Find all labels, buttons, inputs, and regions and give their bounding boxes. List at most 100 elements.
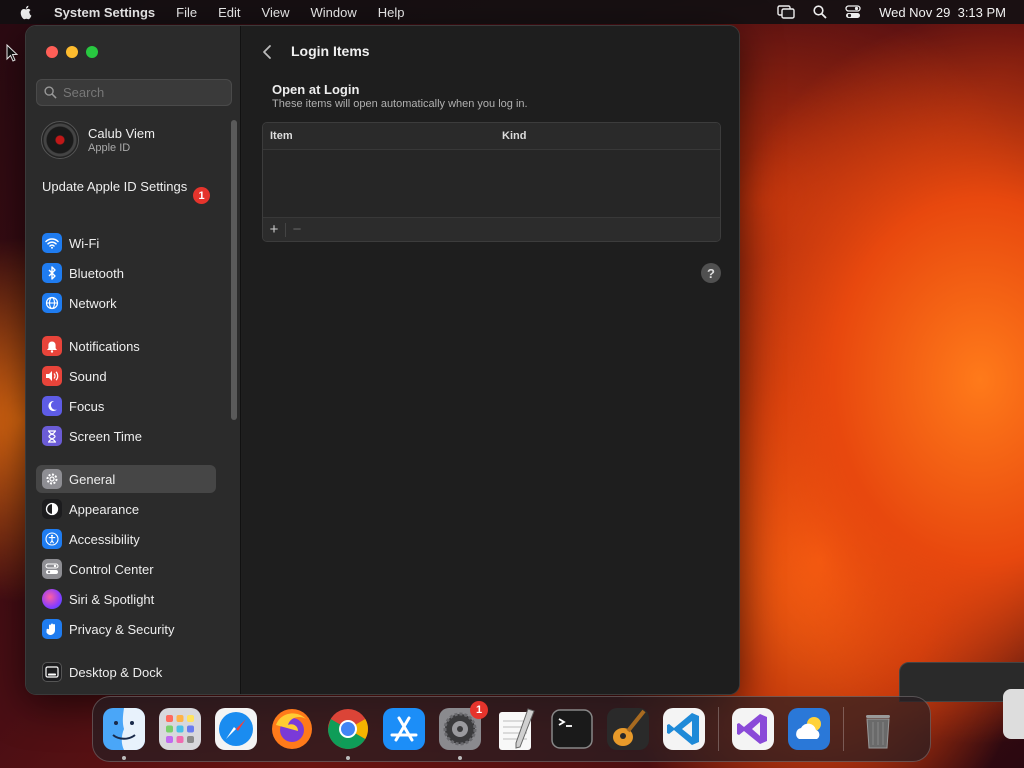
login-items-table[interactable]: Item Kind + − — [262, 122, 721, 242]
running-indicator — [458, 756, 462, 760]
bluetooth-icon — [42, 263, 62, 283]
dock-system-settings[interactable]: 1 — [438, 701, 488, 760]
weather-icon — [788, 708, 830, 750]
launchpad-icon — [159, 708, 201, 750]
table-header: Item Kind — [263, 123, 720, 150]
sidebar-item-privacy-security[interactable]: Privacy & Security — [36, 615, 216, 643]
sidebar-scrollbar[interactable] — [231, 120, 237, 420]
sidebar-item-bluetooth[interactable]: Bluetooth — [36, 259, 216, 287]
column-header-item[interactable]: Item — [270, 130, 293, 142]
back-chevron-icon[interactable] — [260, 43, 274, 61]
table-footer: + − — [263, 217, 720, 241]
menu-window[interactable]: Window — [310, 5, 356, 20]
sidebar-item-general[interactable]: General — [36, 465, 216, 493]
system-settings-window: Calub Viem Apple ID Update Apple ID Sett… — [25, 25, 740, 695]
zoom-window-button[interactable] — [86, 46, 98, 58]
mouse-cursor-icon — [6, 44, 18, 62]
remove-item-button[interactable]: − — [286, 221, 308, 238]
sidebar-item-network[interactable]: Network — [36, 289, 216, 317]
sidebar-item-label: Notifications — [69, 338, 140, 354]
hourglass-icon — [42, 426, 62, 446]
sidebar-item-notifications[interactable]: Notifications — [36, 332, 216, 360]
dock-garageband[interactable] — [606, 707, 650, 751]
terminal-icon — [551, 709, 593, 749]
dock-safari[interactable] — [214, 707, 258, 751]
sidebar-item-sound[interactable]: Sound — [36, 362, 216, 390]
dock-trash[interactable] — [856, 707, 900, 751]
dock-finder[interactable] — [102, 707, 146, 760]
spotlight-search-icon[interactable] — [813, 5, 827, 19]
sidebar-item-label: Sound — [69, 368, 107, 384]
menu-clock[interactable]: Wed Nov 29 3:13 PM — [879, 5, 1006, 20]
sidebar-item-label: Wi-Fi — [69, 235, 100, 251]
dock-chrome[interactable] — [326, 707, 370, 760]
main-content: Login Items Open at Login These items wi… — [242, 26, 739, 694]
sidebar-item-label: Screen Time — [69, 428, 142, 444]
column-header-kind[interactable]: Kind — [502, 130, 526, 142]
running-indicator — [122, 756, 126, 760]
bell-icon — [42, 336, 62, 356]
sidebar-item-label: Siri & Spotlight — [69, 591, 155, 607]
dock-textedit[interactable] — [494, 707, 538, 751]
sidebar-item-label: Focus — [69, 398, 105, 414]
dock-badge: 1 — [470, 701, 488, 719]
sidebar-item-wifi[interactable]: Wi-Fi — [36, 229, 216, 257]
sidebar-item-label: Desktop & Dock — [69, 664, 163, 680]
close-window-button[interactable] — [46, 46, 58, 58]
menu-app-name[interactable]: System Settings — [54, 5, 155, 20]
avatar — [41, 121, 79, 159]
menu-help[interactable]: Help — [378, 5, 405, 20]
running-indicator — [346, 756, 350, 760]
apple-id-account[interactable]: Calub Viem Apple ID — [41, 121, 155, 159]
sidebar-item-appearance[interactable]: Appearance — [36, 495, 216, 523]
sidebar-item-desktop-dock[interactable]: Desktop & Dock — [36, 658, 216, 686]
dock-weather[interactable] — [787, 707, 831, 751]
update-apple-id-settings[interactable]: Update Apple ID Settings — [42, 179, 217, 195]
help-button[interactable]: ? — [701, 263, 721, 283]
garageband-icon — [607, 708, 649, 750]
dock-divider — [718, 707, 719, 751]
screen-mirroring-icon[interactable] — [777, 5, 795, 19]
gear-icon — [42, 469, 62, 489]
sidebar-item-screen-time[interactable]: Screen Time — [36, 422, 216, 450]
window-controls — [46, 46, 98, 58]
finder-icon — [103, 708, 145, 750]
dock-app-store[interactable] — [382, 707, 426, 751]
page-title: Login Items — [291, 43, 370, 59]
search-input[interactable] — [63, 85, 213, 100]
appearance-icon — [42, 499, 62, 519]
background-window-content — [1003, 689, 1024, 739]
dock-firefox[interactable] — [270, 707, 314, 751]
search-field[interactable] — [36, 79, 232, 106]
menu-view[interactable]: View — [262, 5, 290, 20]
search-icon — [44, 86, 57, 99]
sidebar-item-control-center[interactable]: Control Center — [36, 555, 216, 583]
dock-divider — [843, 707, 844, 751]
dock-visual-studio[interactable] — [731, 707, 775, 751]
wifi-icon — [42, 233, 62, 253]
sidebar-item-label: Accessibility — [69, 531, 140, 547]
moon-icon — [42, 396, 62, 416]
sidebar-item-label: Network — [69, 295, 117, 311]
sidebar-item-focus[interactable]: Focus — [36, 392, 216, 420]
trash-icon — [866, 715, 890, 749]
sidebar-item-accessibility[interactable]: Accessibility — [36, 525, 216, 553]
speaker-icon — [42, 366, 62, 386]
menu-file[interactable]: File — [176, 5, 197, 20]
sidebar-item-label: Privacy & Security — [69, 621, 175, 637]
menu-bar: System Settings File Edit View Window He… — [0, 0, 1024, 24]
sidebar-item-siri-spotlight[interactable]: Siri & Spotlight — [36, 585, 216, 613]
dock-icon — [42, 662, 62, 682]
siri-icon — [42, 589, 62, 609]
dock: 1 — [92, 696, 931, 762]
dock-vscode[interactable] — [662, 707, 706, 751]
apple-menu-icon[interactable] — [18, 4, 34, 20]
textedit-icon — [499, 708, 535, 750]
minimize-window-button[interactable] — [66, 46, 78, 58]
menu-edit[interactable]: Edit — [218, 5, 240, 20]
sidebar-item-label: Bluetooth — [69, 265, 124, 281]
dock-terminal[interactable] — [550, 707, 594, 751]
dock-launchpad[interactable] — [158, 707, 202, 751]
control-center-menu-icon[interactable] — [845, 5, 861, 19]
add-item-button[interactable]: + — [263, 221, 285, 238]
